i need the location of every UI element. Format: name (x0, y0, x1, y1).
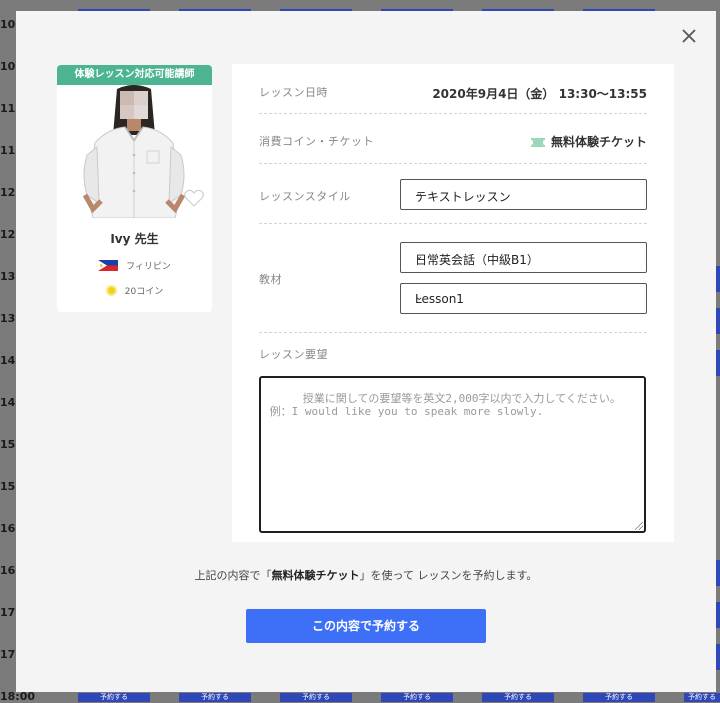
time-column: 10: 10: 11: 11: 12: 12: 13: 13: 14: 14: 15: 15: 16: 1… (0, 0, 20, 702)
slot-bar (716, 602, 720, 628)
submit-booking-button[interactable]: この内容で予約する (246, 609, 486, 643)
coin-icon (105, 285, 117, 296)
book-slot-button[interactable]: 予約する (280, 693, 352, 702)
note-prefix: 上記の内容で「 (194, 569, 272, 582)
book-slot-button[interactable]: 予約する (78, 693, 150, 702)
teacher-coins: 20コイン (57, 284, 212, 297)
booking-form: レッスン日時 2020年9月4日（金） 13:30〜13:55 消費コイン・チケ… (232, 64, 674, 542)
request-textarea[interactable]: 授業に関しての要望等を英文2,000字以内で入力してください。 例：I woul… (259, 376, 646, 533)
book-slot-button[interactable]: 予約する (482, 693, 554, 702)
chevron-down-icon: ⌄ (415, 251, 424, 262)
book-slot-button[interactable]: 予約する (583, 693, 655, 702)
lesson-style-row: レッスンスタイル テキストレッスン ⌄ (259, 164, 647, 224)
material-row: 教材 日常英会話（中級B1） ⌄ Lesson1 ⌄ (259, 224, 647, 333)
lesson-style-label: レッスンスタイル (259, 190, 351, 203)
lesson-select[interactable]: Lesson1 ⌄ (400, 283, 647, 314)
teacher-country: フィリピン (57, 259, 212, 272)
right-slot-column (716, 0, 720, 702)
ticket-row: 消費コイン・チケット 無料体験チケット (259, 114, 647, 164)
request-placeholder: 授業に関しての要望等を英文2,000字以内で入力してください。 例：I woul… (269, 392, 621, 418)
slot-bar (716, 350, 720, 376)
close-icon[interactable] (678, 25, 700, 47)
confirmation-note: 上記の内容で「無料体験チケット」を使って レッスンを予約します。 (16, 567, 716, 583)
book-slot-button[interactable]: 予約する (179, 693, 251, 702)
teacher-photo (57, 85, 212, 218)
heart-icon[interactable] (184, 189, 204, 207)
lesson-date-row: レッスン日時 2020年9月4日（金） 13:30〜13:55 (259, 64, 647, 114)
book-slot-button[interactable]: 予約する (381, 693, 453, 702)
book-slot-button[interactable]: 予約する (684, 693, 720, 702)
chevron-down-icon: ⌄ (415, 292, 424, 303)
trial-badge: 体験レッスン対応可能講師 (57, 65, 212, 85)
resize-handle[interactable] (635, 522, 643, 530)
lesson-style-select[interactable]: テキストレッスン ⌄ (400, 179, 647, 210)
teacher-card[interactable]: 体験レッスン対応可能講師 Ivy 先生 フィリピン 20コイン (57, 65, 212, 312)
philippines-flag-icon (98, 260, 119, 271)
booking-modal: 体験レッスン対応可能講師 Ivy 先生 フィリピン 20コイン レッスン日時 2… (16, 11, 716, 692)
lesson-date-value: 2020年9月4日（金） 13:30〜13:55 (432, 87, 647, 101)
material-select[interactable]: 日常英会話（中級B1） ⌄ (400, 242, 647, 273)
ticket-label: 消費コイン・チケット (259, 135, 374, 148)
note-suffix: 」を使って レッスンを予約します。 (359, 569, 538, 582)
lesson-date-label: レッスン日時 (259, 86, 328, 99)
slot-bar (716, 266, 720, 292)
material-label: 教材 (259, 273, 282, 286)
ticket-value-wrap: 無料体験チケット (529, 133, 647, 150)
teacher-name: Ivy 先生 (110, 232, 159, 246)
ticket-value: 無料体験チケット (550, 135, 647, 149)
teacher-coins-label: 20コイン (124, 287, 164, 297)
slot-bar (716, 644, 720, 670)
chevron-down-icon: ⌄ (415, 188, 424, 199)
ticket-icon (529, 138, 546, 147)
request-label: レッスン要望 (259, 348, 328, 361)
teacher-country-label: フィリピン (126, 262, 171, 272)
slot-bar (716, 560, 720, 586)
note-bold: 無料体験チケット (271, 569, 360, 582)
slot-bar (716, 308, 720, 334)
